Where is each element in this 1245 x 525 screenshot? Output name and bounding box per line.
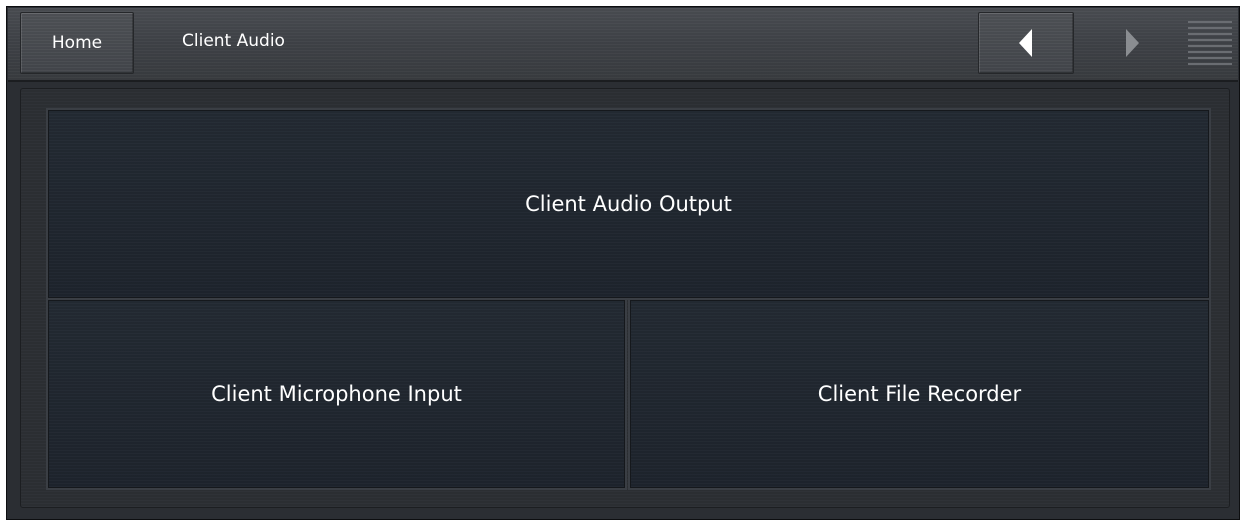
client-file-recorder-tile[interactable]: Client File Recorder [628,298,1211,490]
tile-label: Client File Recorder [817,382,1022,406]
forward-button[interactable] [1092,12,1172,74]
back-button[interactable] [978,12,1074,74]
menu-line [1188,33,1232,35]
chevron-left-icon [1019,29,1032,57]
menu-line [1188,51,1232,53]
home-button[interactable]: Home [20,12,134,74]
menu-line [1188,63,1232,65]
page-title: Client Audio [182,31,285,51]
client-audio-output-tile[interactable]: Client Audio Output [46,108,1211,300]
home-button-label: Home [51,33,103,53]
menu-line [1188,39,1232,41]
menu-line [1188,57,1232,59]
tile-label: Client Audio Output [525,192,732,216]
client-microphone-input-tile[interactable]: Client Microphone Input [46,298,627,490]
hamburger-menu-icon [1188,21,1232,23]
menu-button[interactable] [1186,12,1234,74]
menu-line [1188,27,1232,29]
tile-label: Client Microphone Input [211,382,462,406]
menu-line [1188,45,1232,47]
chevron-right-icon [1126,29,1139,57]
